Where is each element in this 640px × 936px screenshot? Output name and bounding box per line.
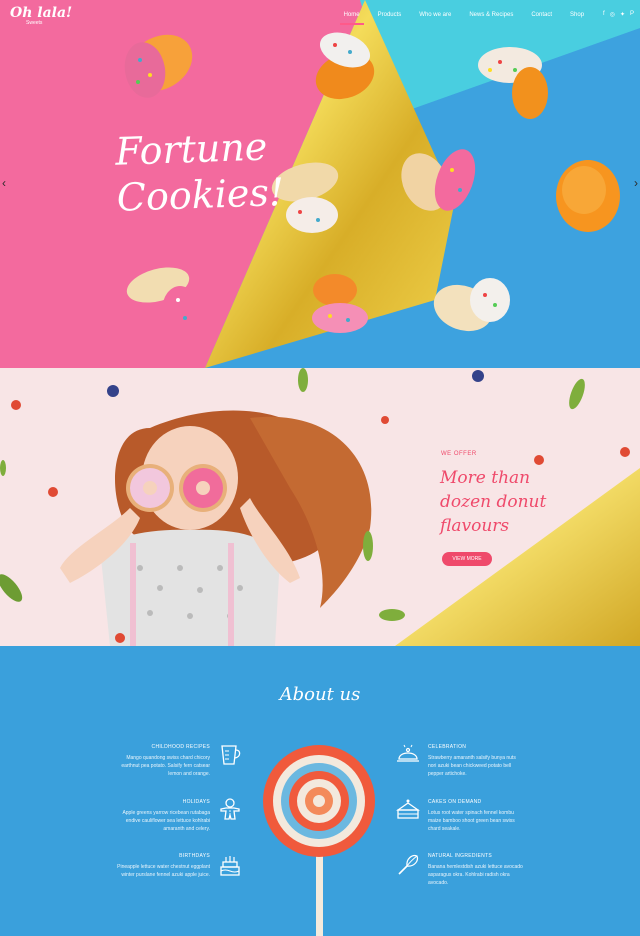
nav-item-news-recipes[interactable]: News & Recipes [469, 10, 513, 18]
hero-title-line: Cookies! [116, 169, 285, 220]
feature-text: Banana hemlestdish azuki lettuce avocado… [428, 864, 523, 886]
hero-title: Fortune Cookies! [114, 123, 285, 221]
cookie-image [401, 149, 476, 211]
feature-cakes-on-demand: CAKES ON DEMAND Lotus root water spinach… [428, 799, 524, 833]
berry-image [534, 455, 544, 465]
berry-image [11, 400, 21, 410]
feature-text: Lotus root water spinach fennel kombu ma… [428, 810, 515, 832]
feature-text: Strawberry amaranth salsify bunya nuts n… [428, 755, 516, 777]
leaf-image [298, 368, 308, 392]
berry-image [115, 633, 125, 643]
feature-text: Mango quandong swiss chard chicory earth… [121, 755, 210, 777]
feature-celebration: CELEBRATION Strawberry amaranth salsify … [428, 744, 524, 778]
leaf-image [363, 531, 373, 561]
leaf-image [0, 460, 6, 476]
blueberry-image [107, 385, 119, 397]
cookie-image [312, 274, 368, 333]
offer-title-line: More than [440, 468, 531, 488]
hero-title-line: Fortune [114, 124, 268, 174]
feature-text: Apple greens yarrow ricebean rutabaga en… [122, 810, 210, 832]
cloche-icon [397, 744, 419, 762]
main-nav: Home Products Who we are News & Recipes … [326, 0, 634, 28]
nav-item-contact[interactable]: Contact [531, 10, 552, 18]
cookie-image [315, 32, 375, 100]
gingerbread-man-icon [220, 798, 240, 820]
feature-holidays: HOLIDAYS Apple greens yarrow ricebean ru… [114, 799, 210, 833]
berry-image [48, 487, 58, 497]
cookie-image [124, 34, 193, 98]
fortune-cookies [124, 32, 620, 334]
cookie-image [556, 160, 620, 232]
facebook-icon[interactable]: f [603, 11, 605, 18]
birthday-cake-icon [220, 856, 240, 876]
offer-title-line: flavours [440, 516, 510, 536]
view-more-button[interactable]: VIEW MORE [442, 552, 492, 566]
offer-title-line: dozen donut [440, 492, 547, 512]
lollipop-image [263, 745, 375, 936]
cake-slice-icon [396, 799, 420, 819]
blueberry-image [472, 370, 484, 382]
logo-tagline: Sweets [26, 20, 43, 26]
feature-childhood-recipes: CHILDHOOD RECIPES Mango quandong swiss c… [114, 744, 210, 778]
feature-title: HOLIDAYS [182, 799, 210, 805]
pinterest-icon[interactable]: P [630, 11, 634, 18]
cookie-image [433, 278, 510, 332]
twitter-icon[interactable]: ✦ [620, 11, 625, 18]
social-links: f ◎ ✦ P [598, 11, 634, 18]
page: Oh lala! Sweets Home Products Who we are… [0, 0, 640, 936]
offer-label: WE OFFER [441, 451, 477, 457]
hero-slider: Oh lala! Sweets Home Products Who we are… [0, 0, 640, 368]
feature-title: CELEBRATION [428, 744, 467, 750]
about-title: About us [279, 684, 361, 705]
offer-title: More than dozen donut flavours [440, 466, 580, 538]
nav-item-who-we-are[interactable]: Who we are [419, 10, 451, 18]
slider-next-arrow-icon[interactable]: › [634, 176, 638, 190]
feature-title: CAKES ON DEMAND [428, 799, 482, 805]
feature-title: BIRTHDAYS [179, 853, 210, 859]
cookie-image [126, 267, 198, 334]
cookie-image [478, 47, 548, 119]
feature-birthdays: BIRTHDAYS Pineapple lettuce water chestn… [114, 853, 210, 879]
feature-title: NATURAL INGREDIENTS [428, 853, 493, 859]
nav-item-shop[interactable]: Shop [570, 10, 584, 18]
nav-item-products[interactable]: Products [378, 10, 402, 18]
measuring-cup-icon [221, 745, 241, 765]
whisk-icon [398, 854, 419, 875]
berry-image [381, 416, 389, 424]
feature-text: Pineapple lettuce water chestnut eggplan… [117, 864, 210, 878]
slider-prev-arrow-icon[interactable]: ‹ [2, 176, 6, 190]
instagram-icon[interactable]: ◎ [610, 11, 615, 18]
berry-image [620, 447, 630, 457]
site-logo[interactable]: Oh lala! [10, 6, 72, 20]
feature-natural-ingredients: NATURAL INGREDIENTS Banana hemlestdish a… [428, 853, 524, 887]
feature-title: CHILDHOOD RECIPES [151, 744, 210, 750]
nav-item-home[interactable]: Home [339, 10, 364, 25]
leaf-image [379, 609, 405, 621]
